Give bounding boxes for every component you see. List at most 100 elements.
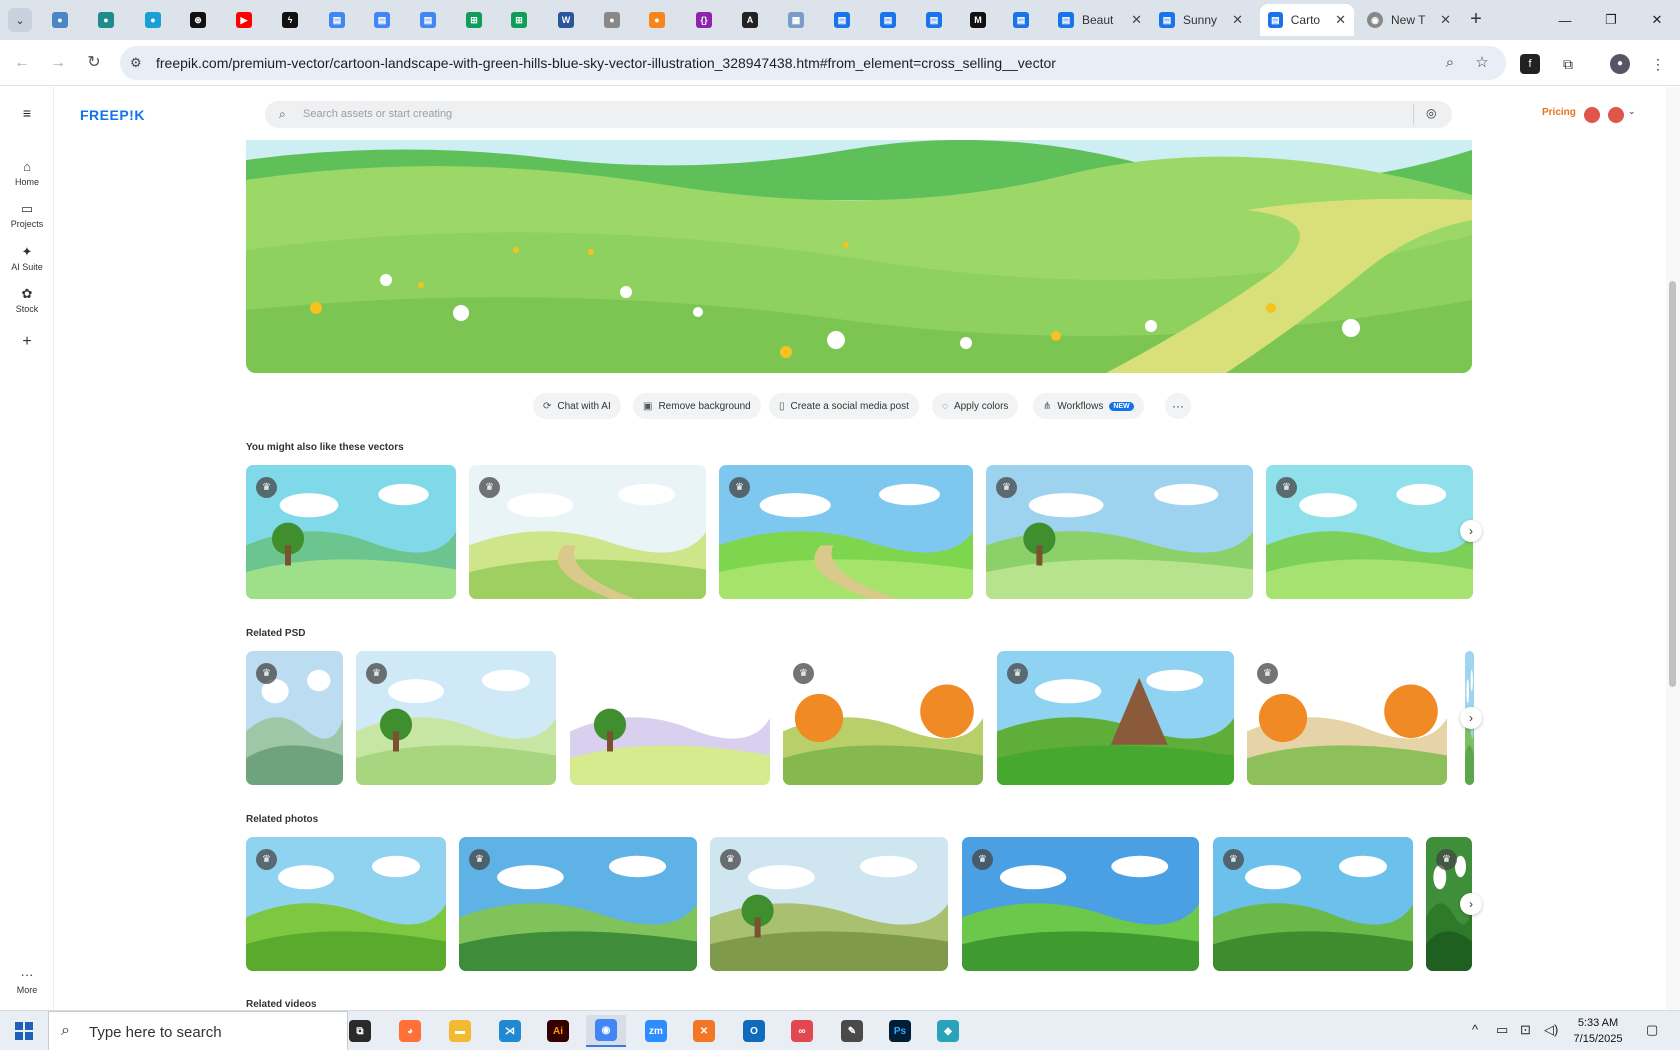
profile-avatar[interactable]: ● [1610,54,1630,74]
pinned-tab[interactable]: ▤ [872,8,904,32]
scrollbar-thumb[interactable] [1669,281,1676,687]
tray-overflow-icon[interactable]: ^ [1472,1022,1478,1037]
photo-thumbnail[interactable]: ♛ [710,837,948,971]
photo-thumbnail[interactable]: ♛ [246,837,446,971]
vector-thumbnail[interactable]: ♛ [986,465,1253,599]
extension-f-icon[interactable]: f [1520,54,1540,74]
reload-icon[interactable]: ↻ [82,51,106,75]
wifi-icon[interactable]: ⊡ [1520,1022,1531,1038]
taskbar-app[interactable]: ∞ [782,1015,822,1047]
search-input[interactable]: Search assets or start creating [303,108,452,120]
taskbar-app[interactable]: ◉ [586,1015,626,1047]
taskbar-app[interactable]: ◕ [390,1015,430,1047]
vector-thumbnail[interactable]: ♛ [719,465,973,599]
taskbar-app[interactable]: zm [636,1015,676,1047]
pinned-tab[interactable]: ● [596,8,628,32]
psd-thumbnail[interactable]: ♛ [246,651,343,785]
pinned-tab[interactable]: ϟ [274,8,306,32]
pinned-tab[interactable]: M [962,8,994,32]
photo-thumbnail[interactable]: ♛ [962,837,1199,971]
close-tab-icon[interactable]: ✕ [1131,12,1142,28]
carousel-next-icon[interactable]: › [1460,520,1482,542]
photo-thumbnail[interactable]: ♛ [1213,837,1413,971]
pinned-tab[interactable]: W [550,8,582,32]
pinned-tab[interactable]: ▤ [412,8,444,32]
taskbar-app[interactable]: ⧉ [340,1015,380,1047]
taskbar-app[interactable]: ⋊ [490,1015,530,1047]
taskbar-search-box[interactable]: ⌕ Type here to search [48,1011,348,1050]
url-text[interactable]: freepik.com/premium-vector/cartoon-lands… [156,55,1056,71]
pinned-tab[interactable]: ▦ [780,8,812,32]
browser-menu-icon[interactable]: ⋮ [1646,52,1670,76]
photo-thumbnail[interactable]: ♛ [459,837,697,971]
vector-thumbnail[interactable]: ♛ [246,465,456,599]
camera-search-icon[interactable]: ◎ [1426,106,1436,120]
taskbar-app[interactable]: ✕ [684,1015,724,1047]
remove-background-button[interactable]: ▣ Remove background [633,393,761,419]
close-window-icon[interactable]: ✕ [1634,0,1680,40]
create-social-post-button[interactable]: ▯ Create a social media post [769,393,919,419]
site-info-icon[interactable]: ⚙ [130,55,142,71]
psd-thumbnail[interactable]: ♛ [997,651,1234,785]
chevron-down-icon[interactable]: ⌄ [1628,106,1636,117]
taskbar-app[interactable]: Ai [538,1015,578,1047]
tab-sunny[interactable]: ▤ Sunny ✕ [1151,4,1251,36]
pricing-link[interactable]: Pricing [1542,107,1576,118]
taskbar-app[interactable]: O [734,1015,774,1047]
vector-thumbnail[interactable]: ♛ [1266,465,1473,599]
psd-thumbnail[interactable]: ♛ [356,651,556,785]
user-avatar[interactable] [1608,107,1624,123]
forward-icon[interactable]: → [46,51,70,75]
pinned-tab[interactable]: ▤ [1005,8,1037,32]
tab-cartoon-active[interactable]: ▤ Carto ✕ [1260,4,1354,36]
windows-start-button[interactable] [0,1011,48,1050]
carousel-next-icon[interactable]: › [1460,893,1482,915]
notifications-icon[interactable]: ▢ [1646,1022,1658,1038]
apply-colors-button[interactable]: ◌ Apply colors [932,393,1019,419]
restore-icon[interactable]: ❐ [1588,0,1634,40]
taskbar-app[interactable]: ✎ [832,1015,872,1047]
extensions-puzzle-icon[interactable]: ⧉ [1556,52,1580,76]
address-bar[interactable]: ⚙ freepik.com/premium-vector/cartoon-lan… [120,46,1506,80]
pinned-tab[interactable]: {} [688,8,720,32]
sidebar-item-ai-suite[interactable]: ✦ AI Suite [0,244,54,272]
back-icon[interactable]: ← [10,51,34,75]
chat-with-ai-button[interactable]: ⟳ Chat with AI [533,393,621,419]
psd-thumbnail[interactable]: ♛ [1247,651,1447,785]
pinned-tab[interactable]: ▤ [366,8,398,32]
more-actions-button[interactable]: ··· [1165,393,1191,419]
workflows-button[interactable]: ⋔ Workflows NEW [1033,393,1144,419]
taskbar-clock[interactable]: 5:33 AM 7/15/2025 [1562,1015,1634,1047]
pinned-tab[interactable]: ● [90,8,122,32]
pinned-tab[interactable]: ● [44,8,76,32]
pinned-tab[interactable]: ▤ [321,8,353,32]
volume-icon[interactable]: ◁) [1544,1022,1558,1038]
sidebar-item-home[interactable]: ⌂ Home [0,159,54,187]
pinned-tab[interactable]: ⊛ [182,8,214,32]
page-scrollbar[interactable] [1666,87,1680,1010]
pinned-tab[interactable]: ⊞ [503,8,535,32]
hamburger-menu-icon[interactable]: ≡ [0,105,54,121]
network-icon[interactable]: ▭ [1496,1022,1508,1038]
main-preview-image[interactable] [246,140,1472,373]
notification-avatar[interactable] [1584,107,1600,123]
psd-thumbnail[interactable] [570,651,770,785]
psd-thumbnail[interactable]: ♛ [783,651,983,785]
sidebar-item-more[interactable]: ··· More [0,967,54,995]
pinned-tab[interactable]: ▶ [228,8,260,32]
asset-search-bar[interactable]: ⌕ Search assets or start creating ◎ [265,101,1452,128]
close-tab-icon[interactable]: ✕ [1335,12,1346,28]
pinned-tab[interactable]: ● [641,8,673,32]
taskbar-app[interactable]: ▬ [440,1015,480,1047]
close-tab-icon[interactable]: ✕ [1440,12,1451,28]
pinned-tab[interactable]: ⊞ [458,8,490,32]
tab-beautiful[interactable]: ▤ Beaut ✕ [1050,4,1150,36]
freepik-logo[interactable]: FREEP!K [80,107,145,123]
taskbar-app[interactable]: ◆ [928,1015,968,1047]
tab-search-dropdown[interactable]: ⌄ [8,8,32,32]
tab-new-tab[interactable]: ◉ New T ✕ [1359,4,1459,36]
pinned-tab[interactable]: ▤ [918,8,950,32]
pinned-tab[interactable]: A [734,8,766,32]
sidebar-item-projects[interactable]: ▭ Projects [0,201,54,229]
sidebar-item-stock[interactable]: ✿ Stock [0,286,54,314]
